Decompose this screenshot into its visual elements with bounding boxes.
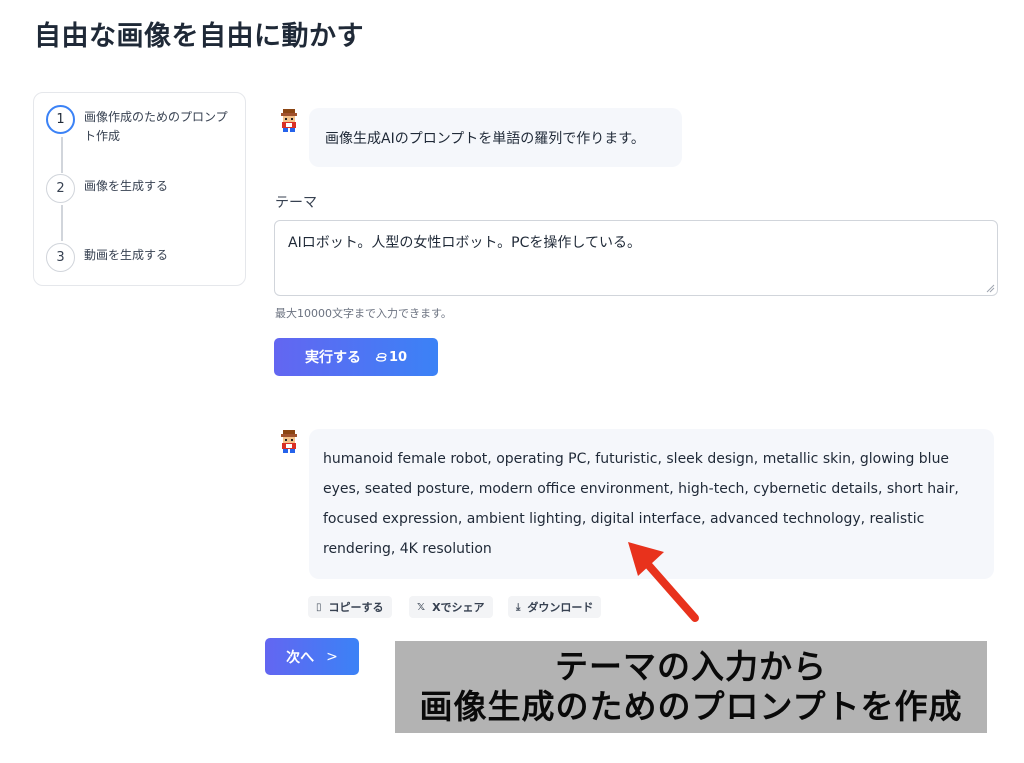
step-navigator: 1 画像作成のためのプロンプト作成 2 画像を生成する 3 動画を生成する (33, 92, 246, 286)
step-item-2[interactable]: 2 画像を生成する (46, 174, 234, 203)
step-label: 画像を生成する (84, 179, 169, 193)
next-button[interactable]: 次へ > (265, 638, 359, 675)
caption-line-2: 画像生成のためのプロンプトを作成 (419, 687, 963, 726)
step-item-3[interactable]: 3 動画を生成する (46, 243, 234, 272)
credit-cost: 10 (375, 350, 407, 365)
step-number: 2 (46, 174, 75, 203)
assistant-avatar-icon (281, 430, 297, 453)
next-button-label: 次へ (286, 649, 315, 666)
download-icon: ⤓ (516, 601, 521, 613)
x-logo-icon: 𝕏 (417, 601, 426, 613)
run-button-label: 実行する (304, 350, 361, 366)
run-button[interactable]: 実行する 10 (274, 338, 438, 376)
coin-icon (375, 352, 387, 362)
helper-text: 最大10000文字まで入力できます。 (275, 307, 452, 320)
assistant-avatar-icon (281, 109, 297, 132)
theme-label: テーマ (275, 195, 317, 211)
caption-line-1: テーマの入力から (555, 647, 827, 686)
step-label: 画像作成のためのプロンプト作成 (84, 110, 228, 143)
step-number: 3 (46, 243, 75, 272)
download-button-label: ダウンロード (527, 601, 594, 614)
step-number: 1 (46, 105, 75, 134)
chevron-right-icon: > (326, 648, 338, 665)
theme-input[interactable]: AIロボット。人型の女性ロボット。PCを操作している。 (274, 220, 998, 296)
assistant-message: 画像生成AIのプロンプトを単語の羅列で作ります。 (309, 108, 682, 167)
share-x-button-label: Xでシェア (432, 601, 485, 614)
step-connector (61, 205, 63, 241)
step-label: 動画を生成する (84, 248, 169, 262)
annotation-arrow-icon (628, 542, 699, 622)
copy-icon: ▯ (316, 601, 322, 613)
download-button[interactable]: ⤓ ダウンロード (508, 596, 602, 618)
copy-button[interactable]: ▯ コピーする (308, 596, 392, 618)
step-item-1[interactable]: 1 画像作成のためのプロンプト作成 (46, 105, 234, 146)
copy-button-label: コピーする (328, 601, 384, 614)
resize-handle-icon[interactable] (986, 284, 995, 293)
share-x-button[interactable]: 𝕏 Xでシェア (409, 596, 493, 618)
page-title: 自由な画像を自由に動かす (34, 21, 364, 52)
caption-overlay: テーマの入力から 画像生成のためのプロンプトを作成 (395, 641, 987, 733)
credit-cost-value: 10 (388, 349, 408, 365)
